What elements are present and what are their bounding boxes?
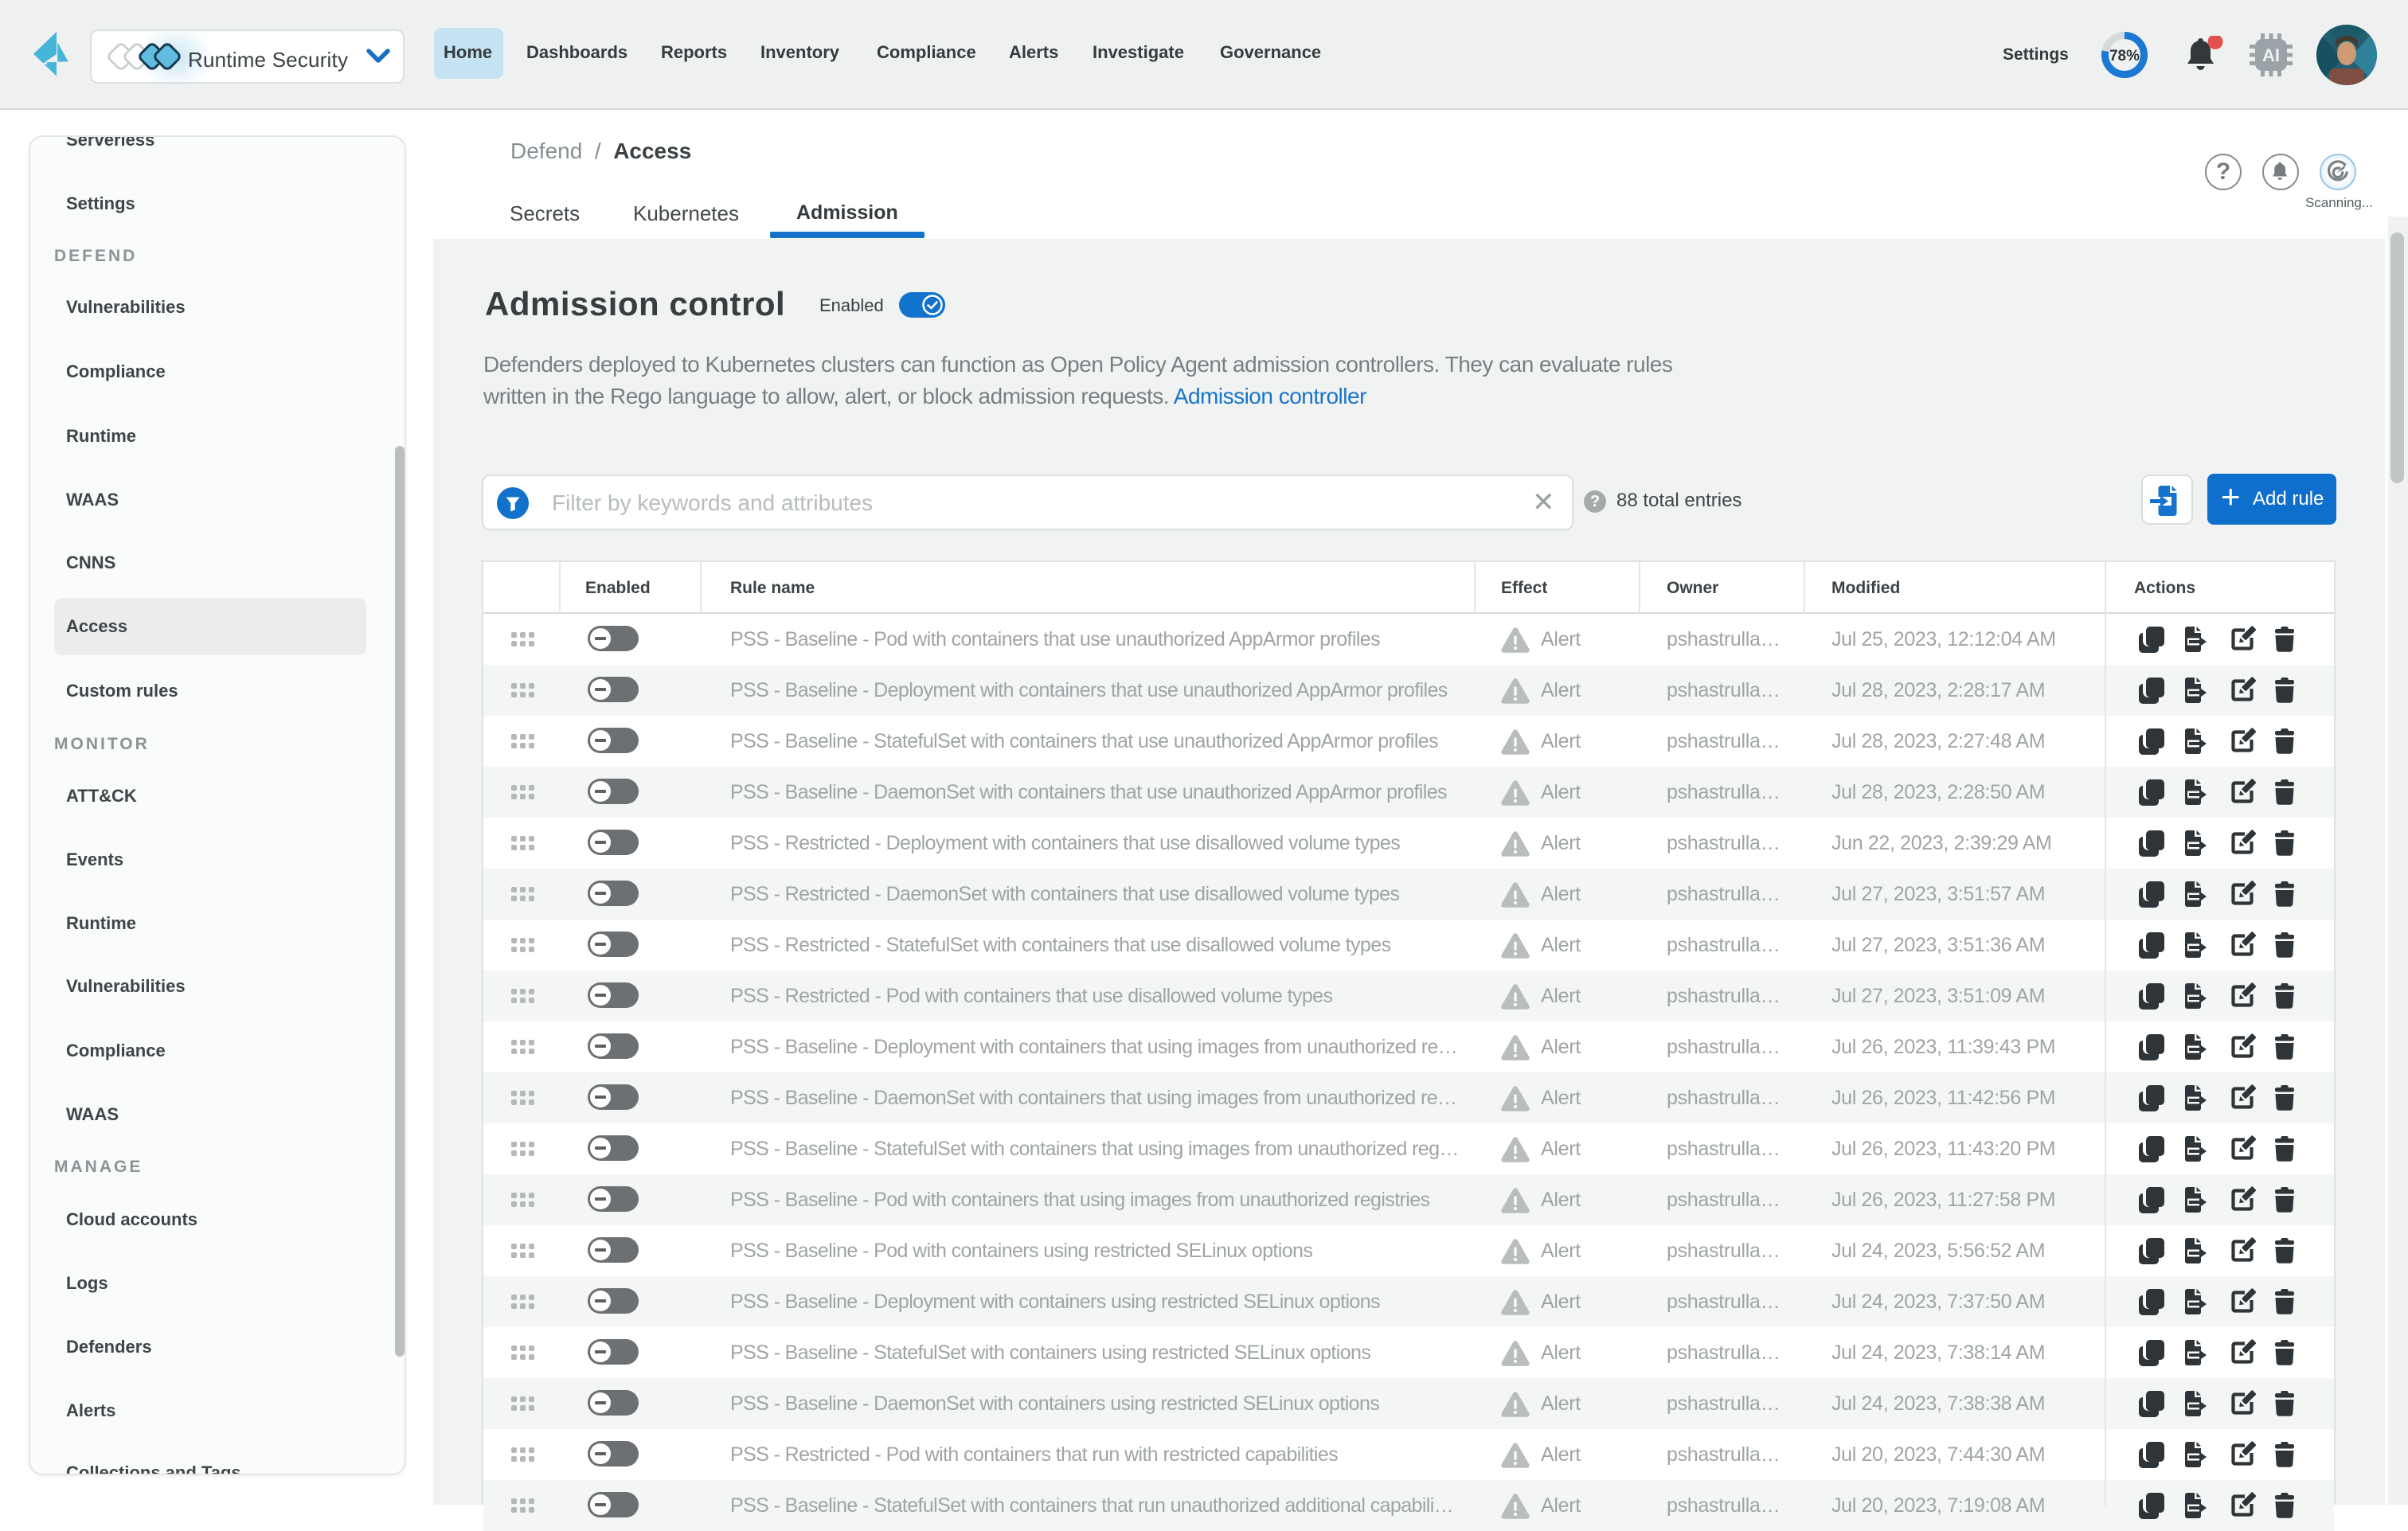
svg-text:78%: 78% xyxy=(2109,48,2140,64)
svg-text:AI: AI xyxy=(2262,45,2280,65)
